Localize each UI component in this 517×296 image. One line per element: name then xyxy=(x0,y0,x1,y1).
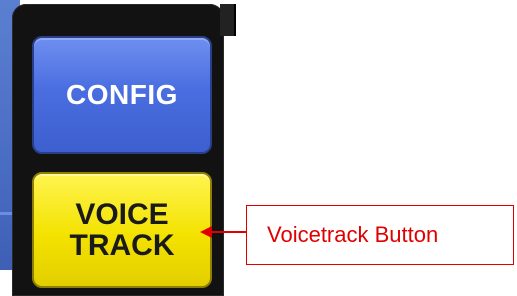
config-button-label: CONFIG xyxy=(66,79,178,110)
callout-box: Voicetrack Button xyxy=(246,205,514,265)
config-button[interactable]: CONFIG xyxy=(32,36,212,154)
callout-label: Voicetrack Button xyxy=(267,222,439,247)
callout-line xyxy=(210,231,246,233)
voice-track-button[interactable]: VOICE TRACK xyxy=(32,172,212,288)
voice-track-button-label-line1: VOICE xyxy=(75,197,169,231)
voice-track-button-label-line2: TRACK xyxy=(69,229,175,262)
panel-edge xyxy=(220,4,236,36)
